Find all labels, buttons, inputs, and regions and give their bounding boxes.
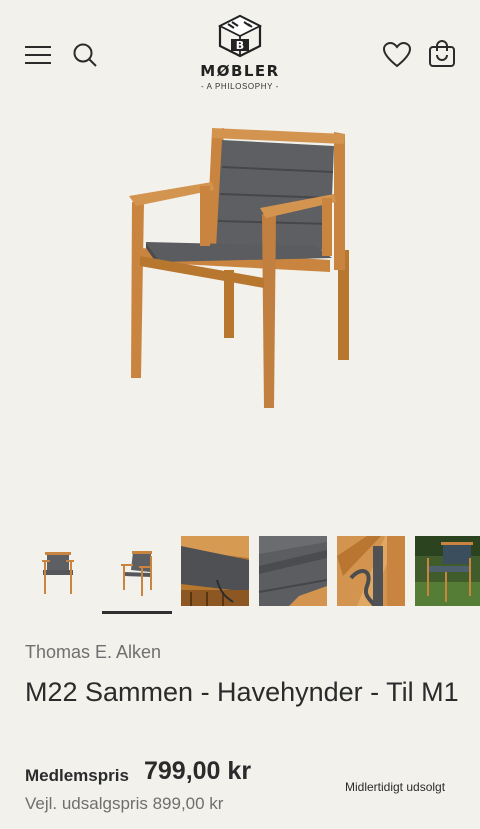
member-price-label: Medlemspris bbox=[25, 766, 129, 785]
heart-icon[interactable] bbox=[382, 41, 412, 68]
site-header: B MØBLER - A PHILOSOPHY - bbox=[0, 0, 480, 110]
thumbnail-3[interactable] bbox=[181, 536, 249, 606]
thumbnail-2[interactable] bbox=[103, 536, 171, 606]
product-title: M22 Sammen - Havehynder - Til M1 bbox=[25, 677, 459, 707]
price-row: Medlemspris 799,00 kr Midlertidigt udsol… bbox=[25, 757, 465, 794]
thumbnail-6[interactable] bbox=[415, 536, 480, 606]
menu-icon[interactable] bbox=[24, 44, 52, 66]
thumbnail-active-indicator bbox=[102, 611, 172, 614]
thumbnail-5[interactable] bbox=[337, 536, 405, 606]
thumbnail-strip bbox=[0, 536, 480, 616]
logo-name: MØBLER bbox=[200, 62, 280, 80]
member-price: 799,00 kr bbox=[144, 757, 252, 785]
thumbnail-4[interactable] bbox=[259, 536, 327, 606]
thumbnail-1[interactable] bbox=[25, 536, 93, 606]
logo-mark-icon: B bbox=[217, 14, 263, 58]
logo[interactable]: B MØBLER - A PHILOSOPHY - bbox=[190, 14, 290, 98]
svg-text:B: B bbox=[236, 39, 244, 52]
rrp-price: 899,00 kr bbox=[152, 794, 224, 813]
logo-tagline: - A PHILOSOPHY - bbox=[201, 82, 279, 91]
rrp-row: Vejl. udsalgspris 899,00 kr bbox=[25, 794, 223, 814]
product-brand[interactable]: Thomas E. Alken bbox=[25, 642, 161, 663]
stock-status: Midlertidigt udsolgt bbox=[345, 780, 446, 794]
product-main-image[interactable] bbox=[0, 110, 480, 520]
bag-icon[interactable] bbox=[428, 40, 456, 68]
search-icon[interactable] bbox=[72, 42, 98, 68]
rrp-label: Vejl. udsalgspris bbox=[25, 794, 148, 813]
